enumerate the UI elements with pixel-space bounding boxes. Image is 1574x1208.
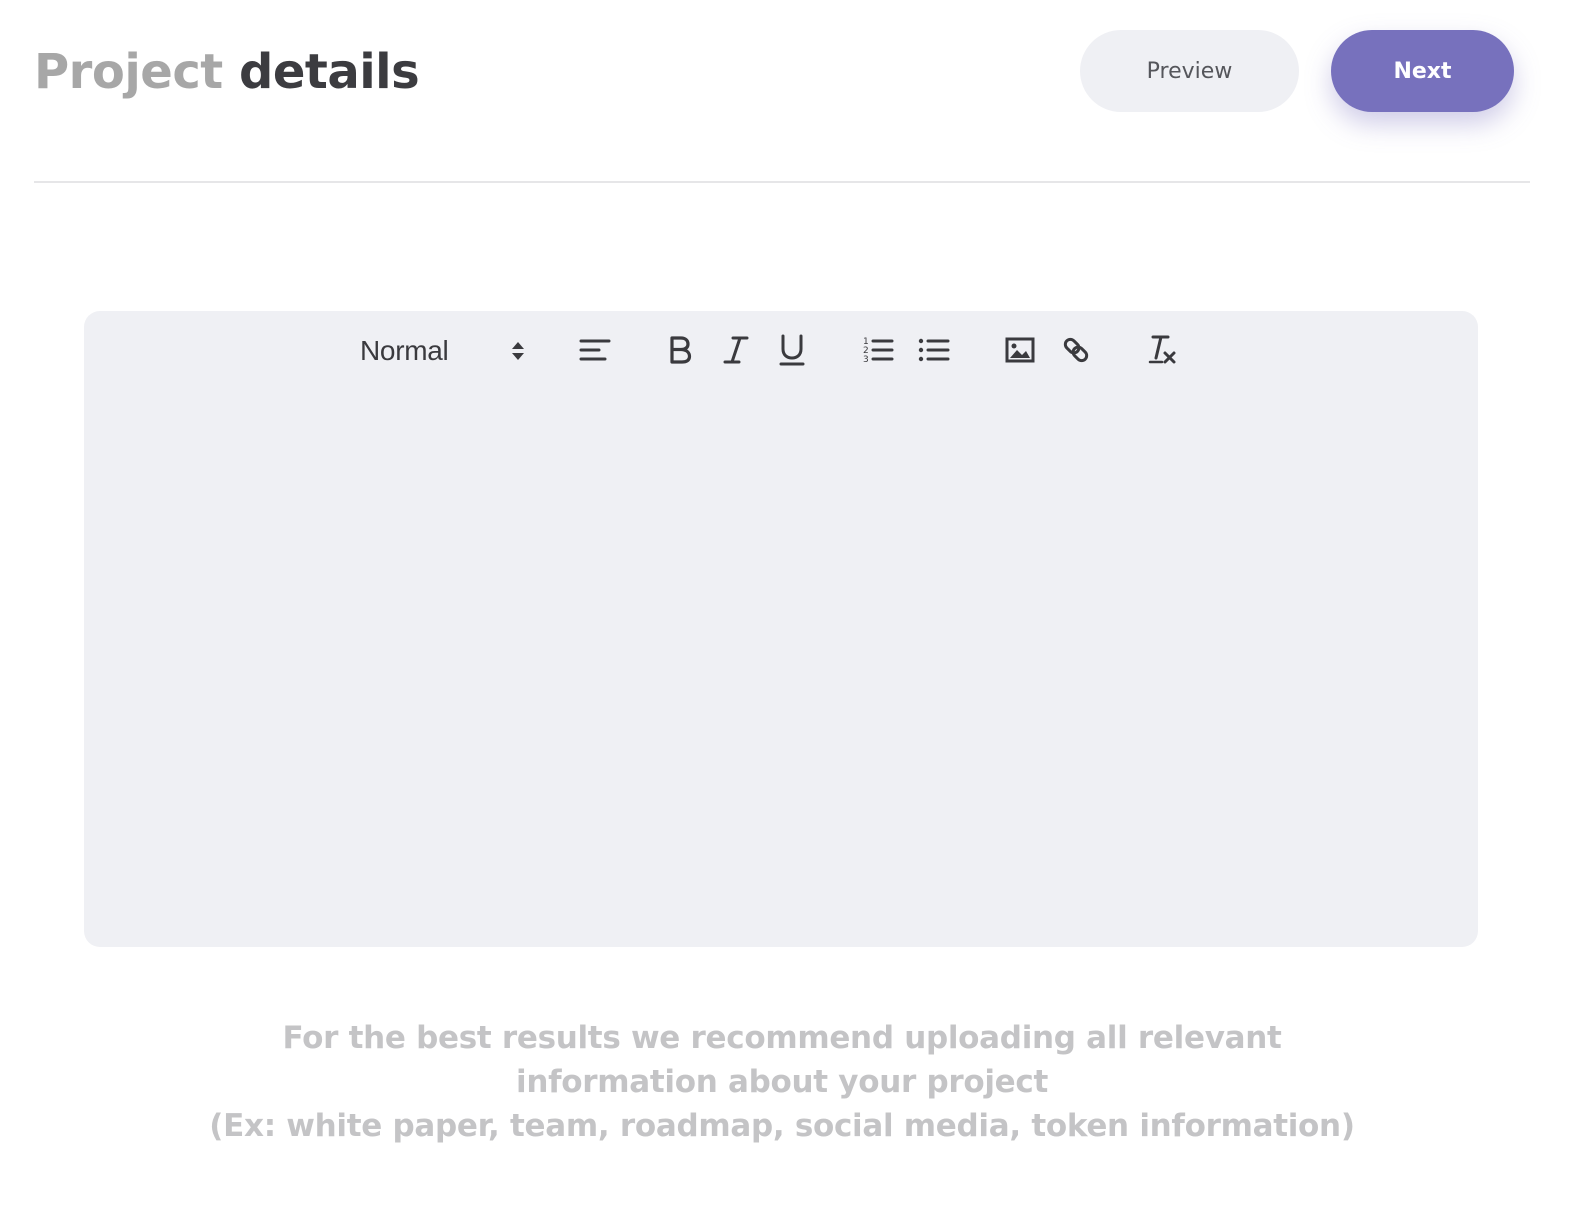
hint-line-2: information about your project <box>516 1064 1048 1100</box>
format-picker-label: Normal <box>360 335 449 366</box>
ordered-list-icon: 1 2 3 <box>862 335 894 365</box>
svg-text:3: 3 <box>863 355 869 365</box>
underline-button[interactable] <box>774 332 810 368</box>
align-left-icon <box>579 336 611 364</box>
rich-text-editor: Normal 1 2 3 <box>84 311 1478 947</box>
link-icon <box>1060 334 1092 366</box>
align-button[interactable] <box>577 332 613 368</box>
bullet-list-icon <box>918 335 950 365</box>
insert-image-button[interactable] <box>1002 332 1038 368</box>
clear-format-icon <box>1146 334 1178 366</box>
upload-recommendation-text: For the best results we recommend upload… <box>0 1016 1564 1148</box>
page-title-muted: Project <box>34 44 223 100</box>
insert-link-button[interactable] <box>1058 332 1094 368</box>
bullet-list-button[interactable] <box>916 332 952 368</box>
underline-icon <box>778 334 806 366</box>
italic-icon <box>723 335 749 365</box>
header: Project details Preview Next <box>0 0 1574 183</box>
bold-button[interactable] <box>662 332 698 368</box>
header-divider <box>34 181 1530 183</box>
chevron-updown-icon <box>508 339 528 363</box>
hint-line-1: For the best results we recommend upload… <box>282 1020 1282 1056</box>
bold-icon <box>667 335 693 365</box>
format-picker[interactable]: Normal <box>360 331 530 371</box>
ordered-list-button[interactable]: 1 2 3 <box>860 332 896 368</box>
editor-content-area[interactable] <box>108 403 1454 923</box>
page-title-strong: details <box>238 44 420 100</box>
hint-line-3: (Ex: white paper, team, roadmap, social … <box>209 1108 1355 1144</box>
image-icon <box>1005 336 1035 364</box>
clear-format-button[interactable] <box>1144 332 1180 368</box>
page: Project details Preview Next Normal 1 2 … <box>0 0 1574 1208</box>
page-title: Project details <box>34 40 420 104</box>
preview-button[interactable]: Preview <box>1080 30 1299 112</box>
editor-toolbar: Normal 1 2 3 <box>84 311 1478 391</box>
next-button[interactable]: Next <box>1331 30 1514 112</box>
italic-button[interactable] <box>718 332 754 368</box>
